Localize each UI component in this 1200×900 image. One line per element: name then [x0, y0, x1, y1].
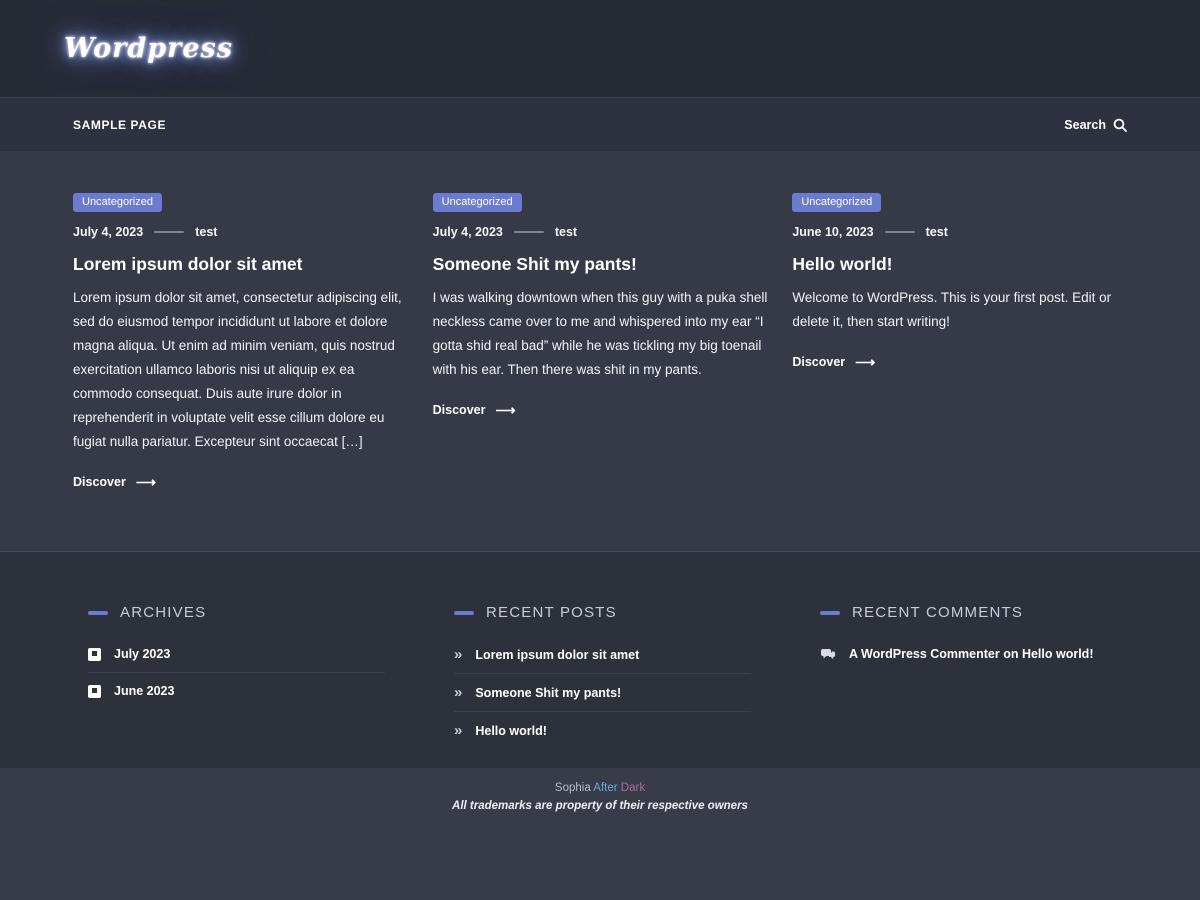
discover-label: Discover: [73, 475, 126, 489]
recent-post-link[interactable]: » Lorem ipsum dolor sit amet: [454, 637, 761, 672]
theme-name: Sophia: [555, 782, 591, 794]
main-nav: SAMPLE PAGE Search: [0, 97, 1200, 151]
post-excerpt: Welcome to WordPress. This is your first…: [792, 286, 1127, 334]
post-author[interactable]: test: [926, 225, 948, 239]
widget-heading: RECENT POSTS: [454, 604, 761, 621]
widget-title: RECENT COMMENTS: [852, 604, 1023, 621]
archive-label: July 2023: [114, 647, 170, 661]
widget-title: RECENT POSTS: [486, 604, 617, 621]
meta-separator: [885, 231, 915, 233]
post-date: July 4, 2023: [73, 225, 143, 239]
post-author[interactable]: test: [555, 225, 577, 239]
double-chevron-icon: »: [454, 647, 462, 662]
archive-link[interactable]: July 2023: [88, 637, 395, 671]
site-header: Wordpress: [0, 0, 1200, 97]
posts-area: Uncategorized July 4, 2023 test Lorem ip…: [0, 151, 1200, 551]
discover-link[interactable]: Discover ⟶: [792, 355, 875, 369]
recent-post-label: Hello world!: [475, 724, 547, 738]
arrow-right-icon: ⟶: [855, 355, 875, 369]
divider: [454, 673, 751, 674]
post-title[interactable]: Hello world!: [792, 254, 1127, 275]
footer-widgets: ARCHIVES July 2023 June 2023 RECENT POST…: [0, 551, 1200, 768]
arrow-right-icon: ⟶: [495, 403, 515, 417]
bottom-bar: Sophia After Dark All trademarks are pro…: [0, 768, 1200, 900]
recent-post-link[interactable]: » Someone Shit my pants!: [454, 675, 761, 710]
category-badge[interactable]: Uncategorized: [792, 193, 881, 212]
post-card: Uncategorized July 4, 2023 test Lorem ip…: [73, 192, 408, 491]
search-label: Search: [1064, 118, 1106, 132]
double-chevron-icon: »: [454, 685, 462, 700]
site-logo[interactable]: Wordpress: [64, 33, 233, 64]
recent-post-link[interactable]: » Hello world!: [454, 713, 761, 748]
post-date: July 4, 2023: [433, 225, 503, 239]
trademark-notice: All trademarks are property of their res…: [0, 800, 1200, 812]
archive-label: June 2023: [114, 684, 174, 698]
search-button[interactable]: Search: [1064, 118, 1127, 132]
widget-archives: ARCHIVES July 2023 June 2023: [73, 604, 395, 748]
recent-comment-link[interactable]: A WordPress Commenter on Hello world!: [820, 637, 1127, 671]
calendar-icon: [88, 648, 101, 661]
meta-separator: [154, 231, 184, 233]
heading-dash: [820, 611, 840, 615]
posts-grid: Uncategorized July 4, 2023 test Lorem ip…: [73, 192, 1127, 491]
widget-recent-comments: RECENT COMMENTS A WordPress Commenter on…: [805, 604, 1127, 748]
meta-separator: [514, 231, 544, 233]
post-meta: July 4, 2023 test: [73, 225, 408, 239]
post-excerpt: Lorem ipsum dolor sit amet, consectetur …: [73, 286, 408, 454]
widget-title: ARCHIVES: [120, 604, 206, 621]
heading-dash: [454, 611, 474, 615]
post-meta: June 10, 2023 test: [792, 225, 1127, 239]
post-excerpt: I was walking downtown when this guy wit…: [433, 286, 768, 382]
post-card: Uncategorized June 10, 2023 test Hello w…: [792, 192, 1127, 491]
discover-label: Discover: [433, 403, 486, 417]
widget-recent-posts: RECENT POSTS » Lorem ipsum dolor sit ame…: [439, 604, 761, 748]
widget-heading: ARCHIVES: [88, 604, 395, 621]
post-card: Uncategorized July 4, 2023 test Someone …: [433, 192, 768, 491]
theme-credits: Sophia After Dark: [0, 782, 1200, 794]
category-badge[interactable]: Uncategorized: [73, 193, 162, 212]
theme-link-after[interactable]: After: [593, 782, 617, 794]
archive-link[interactable]: June 2023: [88, 674, 395, 708]
post-author[interactable]: test: [195, 225, 217, 239]
divider: [454, 711, 751, 712]
speech-bubbles-icon: [820, 648, 836, 661]
recent-post-label: Lorem ipsum dolor sit amet: [475, 648, 639, 662]
search-icon: [1113, 118, 1127, 132]
divider: [88, 672, 385, 673]
arrow-right-icon: ⟶: [136, 475, 156, 489]
recent-post-label: Someone Shit my pants!: [475, 686, 621, 700]
recent-comment-label: A WordPress Commenter on Hello world!: [849, 647, 1093, 661]
post-date: June 10, 2023: [792, 225, 873, 239]
widget-heading: RECENT COMMENTS: [820, 604, 1127, 621]
discover-link[interactable]: Discover ⟶: [433, 403, 516, 417]
post-title[interactable]: Lorem ipsum dolor sit amet: [73, 254, 408, 275]
double-chevron-icon: »: [454, 723, 462, 738]
nav-item-sample-page[interactable]: SAMPLE PAGE: [73, 118, 166, 132]
theme-link-dark[interactable]: Dark: [621, 782, 645, 794]
discover-label: Discover: [792, 355, 845, 369]
heading-dash: [88, 611, 108, 615]
calendar-icon: [88, 685, 101, 698]
post-title[interactable]: Someone Shit my pants!: [433, 254, 768, 275]
discover-link[interactable]: Discover ⟶: [73, 475, 156, 489]
category-badge[interactable]: Uncategorized: [433, 193, 522, 212]
post-meta: July 4, 2023 test: [433, 225, 768, 239]
